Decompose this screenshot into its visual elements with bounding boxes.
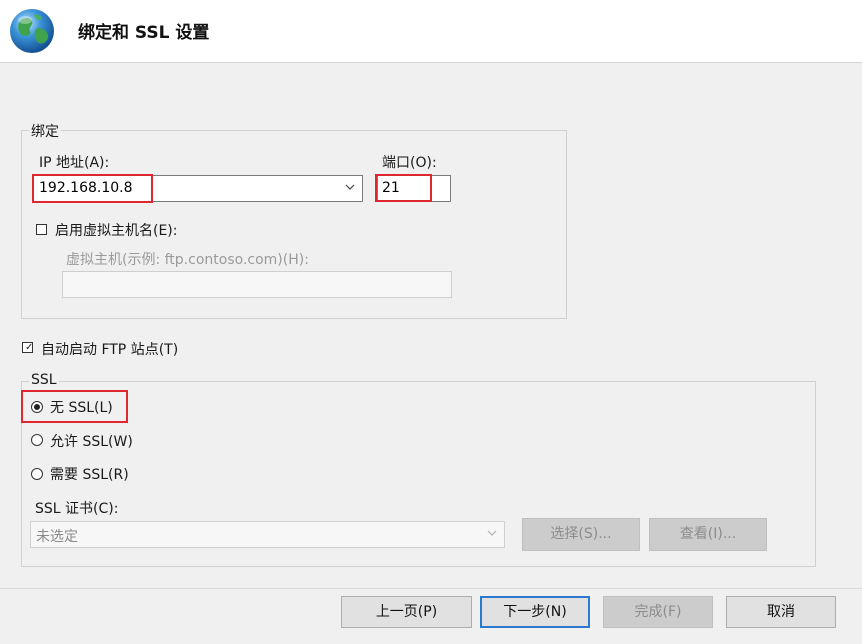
ssl-certificate-label: SSL 证书(C): xyxy=(35,501,119,517)
select-certificate-button[interactable]: 选择(S)... xyxy=(522,518,640,551)
binding-group-label: 绑定 xyxy=(29,121,61,141)
view-certificate-button[interactable]: 查看(I)... xyxy=(649,518,767,551)
radio-no-ssl-label: 无 SSL(L) xyxy=(50,400,113,416)
enable-virtual-host-label: 启用虚拟主机名(E): xyxy=(55,223,178,239)
port-input[interactable]: 21 xyxy=(377,175,451,202)
radio-selected-dot xyxy=(34,404,40,410)
dialog-header: 绑定和 SSL 设置 xyxy=(0,0,862,63)
chevron-down-icon xyxy=(345,184,355,190)
radio-allow-ssl[interactable] xyxy=(31,434,43,446)
ip-address-combobox[interactable]: 192.168.10.8 xyxy=(33,175,363,202)
finish-button[interactable]: 完成(F) xyxy=(603,596,713,628)
ssl-certificate-value: 未选定 xyxy=(36,529,78,545)
port-label: 端口(O): xyxy=(382,155,437,171)
virtual-host-input[interactable] xyxy=(62,271,452,298)
radio-allow-ssl-label: 允许 SSL(W) xyxy=(50,434,133,450)
autostart-checkbox[interactable]: ✓ xyxy=(22,342,33,353)
globe-icon xyxy=(10,9,54,53)
ip-address-label: IP 地址(A): xyxy=(39,155,110,171)
checkmark-icon: ✓ xyxy=(25,342,34,353)
cancel-button[interactable]: 取消 xyxy=(726,596,836,628)
dialog-content: 绑定 IP 地址(A): 192.168.10.8 端口(O): 21 启用虚拟… xyxy=(0,63,862,588)
radio-require-ssl-label: 需要 SSL(R) xyxy=(50,467,129,483)
ssl-group-label: SSL xyxy=(29,372,59,388)
port-value: 21 xyxy=(382,180,400,196)
next-button[interactable]: 下一步(N) xyxy=(480,596,590,628)
virtual-host-label: 虚拟主机(示例: ftp.contoso.com)(H): xyxy=(66,252,309,268)
previous-button[interactable]: 上一页(P) xyxy=(341,596,472,628)
page-title: 绑定和 SSL 设置 xyxy=(78,23,210,43)
autostart-label: 自动启动 FTP 站点(T) xyxy=(41,342,179,358)
dialog-footer: 上一页(P) 下一步(N) 完成(F) 取消 xyxy=(0,588,862,644)
radio-require-ssl[interactable] xyxy=(31,468,43,480)
radio-no-ssl[interactable] xyxy=(31,401,43,413)
ssl-certificate-combobox[interactable]: 未选定 xyxy=(30,521,505,548)
enable-virtual-host-checkbox[interactable] xyxy=(36,224,47,235)
ip-address-value: 192.168.10.8 xyxy=(39,180,133,196)
chevron-down-icon xyxy=(487,530,497,536)
